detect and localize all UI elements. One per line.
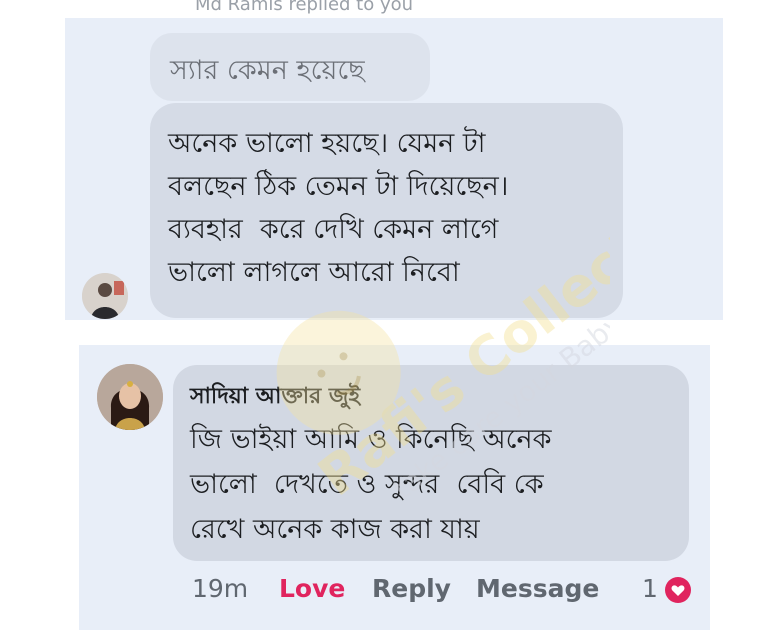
comment-timestamp: 19m (192, 574, 249, 603)
reaction-count[interactable]: 1 (642, 574, 658, 603)
love-reaction-button[interactable]: Love (279, 574, 345, 603)
comment-text: জি ভাইয়া আমি ও কিনেছি অনেক ভালো দেখতে ও… (190, 424, 552, 545)
quoted-message-bubble[interactable]: স্যার কেমন হয়েছে (150, 33, 430, 101)
heart-icon[interactable] (664, 576, 692, 604)
sender-avatar[interactable] (82, 273, 128, 319)
person-portrait-icon (97, 364, 163, 430)
faded-reply-header: Md Ramis replied to you (195, 0, 414, 15)
comment-bubble[interactable]: সাদিয়া আক্তার জুই জি ভাইয়া আমি ও কিনেছ… (173, 365, 689, 561)
reply-message-text: অনেক ভালো হয়ছে। যেমন টা বলছেন ঠিক তেমন … (168, 128, 509, 288)
comment-author-name[interactable]: সাদিয়া আক্তার জুই (190, 379, 360, 416)
message-button[interactable]: Message (476, 574, 599, 603)
commenter-avatar[interactable] (97, 364, 163, 430)
reply-button[interactable]: Reply (372, 574, 451, 603)
quoted-message-text: স্যার কেমন হয়েছে (170, 55, 365, 86)
person-silhouette-icon (82, 273, 128, 319)
reply-message-bubble[interactable]: অনেক ভালো হয়ছে। যেমন টা বলছেন ঠিক তেমন … (150, 103, 623, 318)
